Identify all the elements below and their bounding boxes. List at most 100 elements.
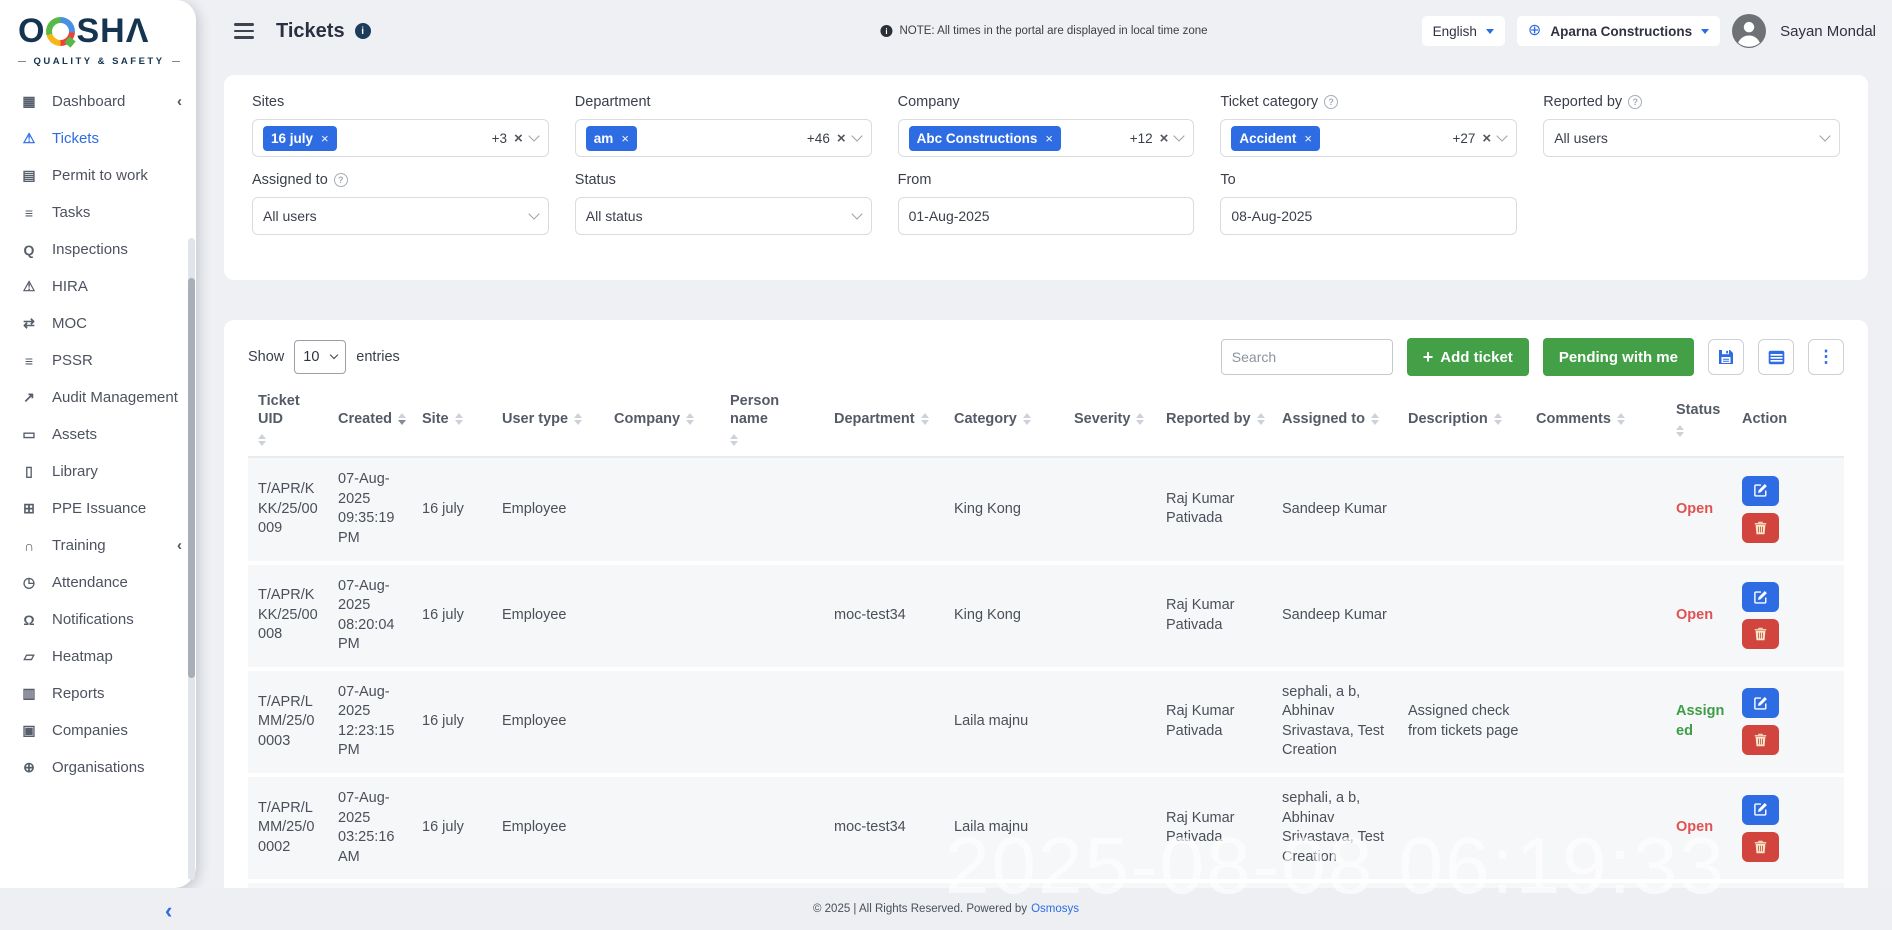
plus-icon — [1423, 348, 1434, 367]
column-settings-button[interactable] — [1758, 339, 1794, 375]
sidebar-item-notifications[interactable]: ΩNotifications — [0, 601, 196, 638]
sidebar-item-attendance[interactable]: ◷Attendance — [0, 564, 196, 601]
sidebar-scrollbar[interactable] — [188, 238, 195, 880]
filter-chip[interactable]: Accident × — [1231, 126, 1320, 151]
department-multiselect[interactable]: am × +46 × — [575, 119, 872, 157]
to-date-input[interactable] — [1231, 208, 1506, 224]
sidebar-item-reports[interactable]: ▥Reports — [0, 675, 196, 712]
magnifier-icon: Q — [20, 242, 38, 258]
avatar[interactable] — [1732, 14, 1766, 48]
column-header-company[interactable]: Company — [614, 410, 714, 428]
sidebar-item-assets[interactable]: ▭Assets — [0, 416, 196, 453]
sidebar-item-label: Inspections — [52, 241, 128, 258]
chip-close-icon[interactable]: × — [1304, 131, 1312, 146]
from-date-input[interactable] — [909, 208, 1184, 224]
add-ticket-button[interactable]: Add ticket — [1407, 338, 1529, 376]
sidebar-item-permit-to-work[interactable]: ▤Permit to work — [0, 157, 196, 194]
edit-ticket-button[interactable] — [1742, 582, 1779, 612]
sidebar-item-library[interactable]: ▯Library — [0, 453, 196, 490]
edit-ticket-button[interactable] — [1742, 688, 1779, 718]
hamburger-menu-icon[interactable] — [234, 23, 254, 39]
cell-department: moc-test34 — [834, 818, 938, 838]
sidebar-item-hira[interactable]: ⚠HIRA — [0, 268, 196, 305]
sidebar-item-dashboard[interactable]: ▦Dashboard‹ — [0, 83, 196, 120]
reported-by-select[interactable]: All users — [1543, 119, 1840, 157]
company-multiselect[interactable]: Abc Constructions × +12 × — [898, 119, 1195, 157]
delete-ticket-button[interactable] — [1742, 725, 1779, 755]
from-date-input-box[interactable] — [898, 197, 1195, 235]
chip-close-icon[interactable]: × — [321, 131, 329, 146]
to-date-input-box[interactable] — [1220, 197, 1517, 235]
page-size-select[interactable]: 10 — [294, 340, 346, 374]
sidebar-item-pssr[interactable]: ≡PSSR — [0, 342, 196, 379]
column-header-category[interactable]: Category — [954, 410, 1058, 428]
user-name[interactable]: Sayan Mondal — [1780, 23, 1876, 40]
delete-ticket-button[interactable] — [1742, 619, 1779, 649]
clear-icon[interactable]: × — [837, 130, 846, 147]
sidebar-item-organisations[interactable]: ⊕Organisations — [0, 749, 196, 786]
sidebar-item-label: Organisations — [52, 759, 145, 776]
sidebar-item-label: Tickets — [52, 130, 99, 147]
filter-chip[interactable]: am × — [586, 126, 637, 151]
chevron-left-icon: ‹ — [177, 537, 182, 554]
page-title: Tickets — [276, 20, 345, 43]
filter-company: Company Abc Constructions × +12 × — [898, 94, 1195, 157]
more-options-button[interactable] — [1808, 339, 1844, 375]
sidebar-collapse-chevron-icon[interactable]: ‹ — [165, 900, 172, 922]
column-header-person_name[interactable]: Person name — [730, 392, 818, 446]
clear-icon[interactable]: × — [1482, 130, 1491, 147]
assigned-to-select[interactable]: All users — [252, 197, 549, 235]
edit-ticket-button[interactable] — [1742, 795, 1779, 825]
sidebar-item-ppe-issuance[interactable]: ⊞PPE Issuance — [0, 490, 196, 527]
language-select[interactable]: English — [1422, 16, 1505, 46]
sidebar-item-companies[interactable]: ▣Companies — [0, 712, 196, 749]
column-header-reported_by[interactable]: Reported by — [1166, 410, 1266, 428]
column-header-severity[interactable]: Severity — [1074, 410, 1150, 428]
row-actions — [1742, 582, 1834, 649]
delete-ticket-button[interactable] — [1742, 513, 1779, 543]
clear-icon[interactable]: × — [514, 130, 523, 147]
row-actions — [1742, 688, 1834, 755]
status-select[interactable]: All status — [575, 197, 872, 235]
filter-chip[interactable]: Abc Constructions × — [909, 126, 1061, 151]
sidebar-item-moc[interactable]: ⇄MOC — [0, 305, 196, 342]
column-header-description[interactable]: Description — [1408, 410, 1520, 428]
help-icon[interactable] — [1324, 95, 1338, 109]
column-header-user_type[interactable]: User type — [502, 410, 598, 428]
column-header-department[interactable]: Department — [834, 410, 938, 428]
sidebar-item-audit-management[interactable]: ↗Audit Management — [0, 379, 196, 416]
info-icon[interactable] — [355, 23, 371, 39]
show-label: Show — [248, 349, 284, 365]
column-header-comments[interactable]: Comments — [1536, 410, 1660, 428]
clear-icon[interactable]: × — [1160, 130, 1169, 147]
sidebar-item-tasks[interactable]: ≡Tasks — [0, 194, 196, 231]
chip-close-icon[interactable]: × — [621, 131, 629, 146]
column-header-assigned_to[interactable]: Assigned to — [1282, 410, 1392, 428]
help-icon[interactable] — [334, 173, 348, 187]
cell-status: Assigned — [1676, 702, 1726, 741]
column-header-uid[interactable]: Ticket UID — [258, 392, 322, 446]
sidebar-item-training[interactable]: ∩Training‹ — [0, 527, 196, 564]
sidebar-item-inspections[interactable]: Q Inspections — [0, 231, 196, 268]
osmosys-link[interactable]: Osmosys — [1031, 903, 1079, 915]
column-header-site[interactable]: Site — [422, 410, 486, 428]
filter-chip[interactable]: 16 july × — [263, 126, 337, 151]
search-input[interactable] — [1221, 339, 1393, 375]
sidebar-item-heatmap[interactable]: ▱Heatmap — [0, 638, 196, 675]
ticket-category-multiselect[interactable]: Accident × +27 × — [1220, 119, 1517, 157]
pending-with-me-button[interactable]: Pending with me — [1543, 338, 1694, 376]
sites-multiselect[interactable]: 16 july × +3 × — [252, 119, 549, 157]
export-save-button[interactable] — [1708, 339, 1744, 375]
organisation-select[interactable]: ⊕ Aparna Constructions — [1517, 16, 1720, 46]
sidebar-item-tickets[interactable]: ⚠Tickets — [0, 120, 196, 157]
cell-site: 16 july — [422, 606, 486, 626]
dashboard-icon: ▦ — [20, 93, 38, 110]
column-header-created[interactable]: Created — [338, 410, 406, 428]
sidebar-menu: ▦Dashboard‹⚠Tickets▤Permit to work≡Tasks… — [0, 75, 196, 786]
trash-icon — [1754, 733, 1767, 747]
delete-ticket-button[interactable] — [1742, 832, 1779, 862]
column-header-status[interactable]: Status — [1676, 401, 1726, 437]
chip-close-icon[interactable]: × — [1045, 131, 1053, 146]
help-icon[interactable] — [1628, 95, 1642, 109]
edit-ticket-button[interactable] — [1742, 476, 1779, 506]
